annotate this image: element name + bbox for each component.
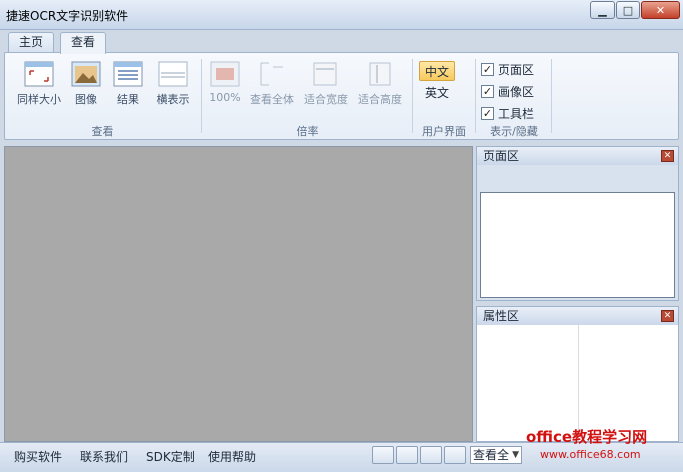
image-area-toggle-label: 画像区 xyxy=(498,84,535,99)
zoom-group: 100% 查看全体 适合宽度 适合高度 倍率 xyxy=(205,57,410,141)
contact-us-link[interactable]: 联系我们 xyxy=(80,448,128,465)
ribbon-divider xyxy=(201,59,202,133)
minimize-button[interactable]: ▁ xyxy=(590,1,615,19)
close-icon[interactable]: ✕ xyxy=(661,310,674,322)
image-canvas[interactable] xyxy=(4,146,473,442)
zoom-100-label: 100% xyxy=(209,91,241,104)
checkbox-checked-icon[interactable]: ✓ xyxy=(481,62,494,76)
result-button[interactable]: 结果 xyxy=(111,61,145,107)
image-button[interactable]: 图像 xyxy=(69,61,103,107)
show-group-label: 表示/隐藏 xyxy=(490,125,538,138)
horizontal-view-label: 横表示 xyxy=(156,93,190,106)
image-status-button[interactable] xyxy=(396,446,418,464)
ui-group-label: 用户界面 xyxy=(422,125,466,138)
fit-height-label: 适合高度 xyxy=(358,93,402,106)
image-label: 图像 xyxy=(75,93,97,106)
page-panel: 页面区 ✕ xyxy=(476,146,679,301)
close-icon[interactable]: ✕ xyxy=(661,150,674,162)
same-size-label: 同样大小 xyxy=(17,93,61,106)
image-area-toggle[interactable]: ✓ 画像区 xyxy=(481,81,534,101)
fit-width-button[interactable]: 适合宽度 xyxy=(301,61,351,107)
watermark: office教程学习网 www.office68.com xyxy=(526,424,683,472)
same-size-icon xyxy=(24,61,54,87)
horizontal-status-button[interactable] xyxy=(444,446,466,464)
zoom-100-icon xyxy=(210,61,240,87)
same-size-button[interactable]: 同样大小 xyxy=(11,61,67,107)
help-link[interactable]: 使用帮助 xyxy=(208,448,256,465)
ribbon-divider xyxy=(412,59,413,133)
property-panel: 属性区 ✕ xyxy=(476,306,679,442)
maximize-button[interactable]: □ xyxy=(616,1,640,19)
minimize-icon: ▁ xyxy=(598,3,607,17)
view-group: 同样大小 图像 结果 横表示 查看 xyxy=(5,57,200,141)
same-size-status-button[interactable] xyxy=(372,446,394,464)
view-all-icon xyxy=(260,62,283,86)
ribbon: 同样大小 图像 结果 横表示 查看 100% 查看全体 适合宽度 适合高度 倍率… xyxy=(4,52,679,140)
page-panel-title: 页面区 xyxy=(483,149,520,163)
view-all-label: 查看全体 xyxy=(250,93,294,106)
maximize-icon: □ xyxy=(622,3,634,17)
tab-home[interactable]: 主页 xyxy=(8,32,55,53)
ribbon-divider xyxy=(475,59,476,133)
property-panel-title: 属性区 xyxy=(483,309,520,323)
horizontal-view-button[interactable]: 横表示 xyxy=(151,61,195,107)
ribbon-divider xyxy=(551,59,552,133)
horizontal-view-icon xyxy=(158,61,188,87)
checkbox-checked-icon[interactable]: ✓ xyxy=(481,106,494,120)
zoom-group-label: 倍率 xyxy=(296,125,319,138)
fit-width-label: 适合宽度 xyxy=(304,93,348,106)
chevron-down-icon: ▼ xyxy=(512,450,519,460)
page-panel-header: 页面区 ✕ xyxy=(477,147,678,165)
toolbar-toggle[interactable]: ✓ 工具栏 xyxy=(481,103,534,123)
watermark-text: office教程学习网 xyxy=(526,428,648,446)
result-icon xyxy=(113,61,143,87)
fit-height-icon xyxy=(369,62,391,86)
fit-width-icon xyxy=(313,62,337,86)
ui-language-group: 中文 英文 用户界面 xyxy=(415,57,473,141)
sdk-custom-link[interactable]: SDK定制 xyxy=(146,448,195,465)
page-area-toggle-label: 页面区 xyxy=(498,62,535,77)
close-icon: ✕ xyxy=(655,3,666,17)
english-option[interactable]: 英文 xyxy=(419,83,455,103)
watermark-url: www.office68.com xyxy=(540,448,641,461)
page-area-toggle[interactable]: ✓ 页面区 xyxy=(481,59,534,79)
zoom-select-value: 查看全 xyxy=(473,448,510,462)
result-label: 结果 xyxy=(117,93,139,106)
show-hide-group: ✓ 页面区 ✓ 画像区 ✓ 工具栏 表示/隐藏 xyxy=(479,57,549,141)
image-icon xyxy=(71,61,101,87)
window-title: 捷速OCR文字识别软件 xyxy=(6,9,129,23)
tab-view[interactable]: 查看 xyxy=(60,32,107,54)
buy-software-link[interactable]: 购买软件 xyxy=(14,448,62,465)
ribbon-tabs: 主页 查看 xyxy=(0,30,683,54)
page-thumbnail-area[interactable] xyxy=(480,192,675,298)
title-bar: 捷速OCR文字识别软件 ▁ □ ✕ xyxy=(0,0,683,30)
view-group-label: 查看 xyxy=(91,125,114,138)
close-button[interactable]: ✕ xyxy=(641,1,680,19)
view-all-button[interactable]: 查看全体 xyxy=(247,61,297,107)
result-status-button[interactable] xyxy=(420,446,442,464)
fit-height-button[interactable]: 适合高度 xyxy=(355,61,405,107)
checkbox-checked-icon[interactable]: ✓ xyxy=(481,84,494,98)
zoom-100-button[interactable]: 100% xyxy=(207,61,243,104)
zoom-select[interactable]: 查看全 ▼ xyxy=(470,446,522,464)
toolbar-toggle-label: 工具栏 xyxy=(498,106,535,121)
property-panel-header: 属性区 ✕ xyxy=(477,307,678,325)
chinese-option[interactable]: 中文 xyxy=(419,61,455,81)
